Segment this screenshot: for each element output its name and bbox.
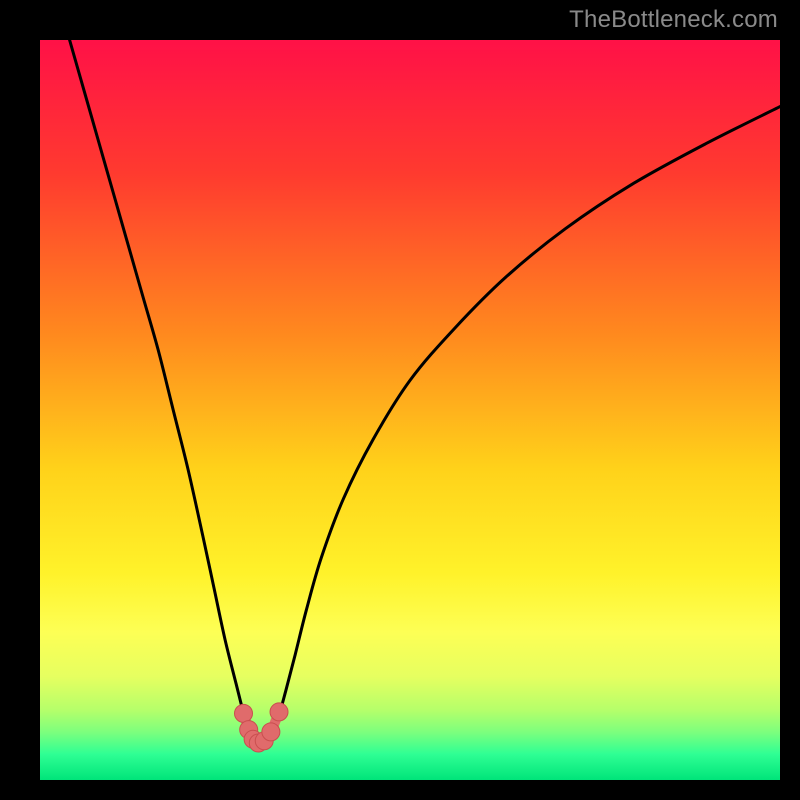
curve-layer [40,40,780,780]
data-marker [235,704,253,722]
data-marker [270,703,288,721]
watermark-text: TheBottleneck.com [569,6,778,34]
bottleneck-curve [70,40,780,743]
plot-area [40,40,780,780]
chart-frame: TheBottleneck.com [0,0,800,800]
data-marker [262,723,280,741]
